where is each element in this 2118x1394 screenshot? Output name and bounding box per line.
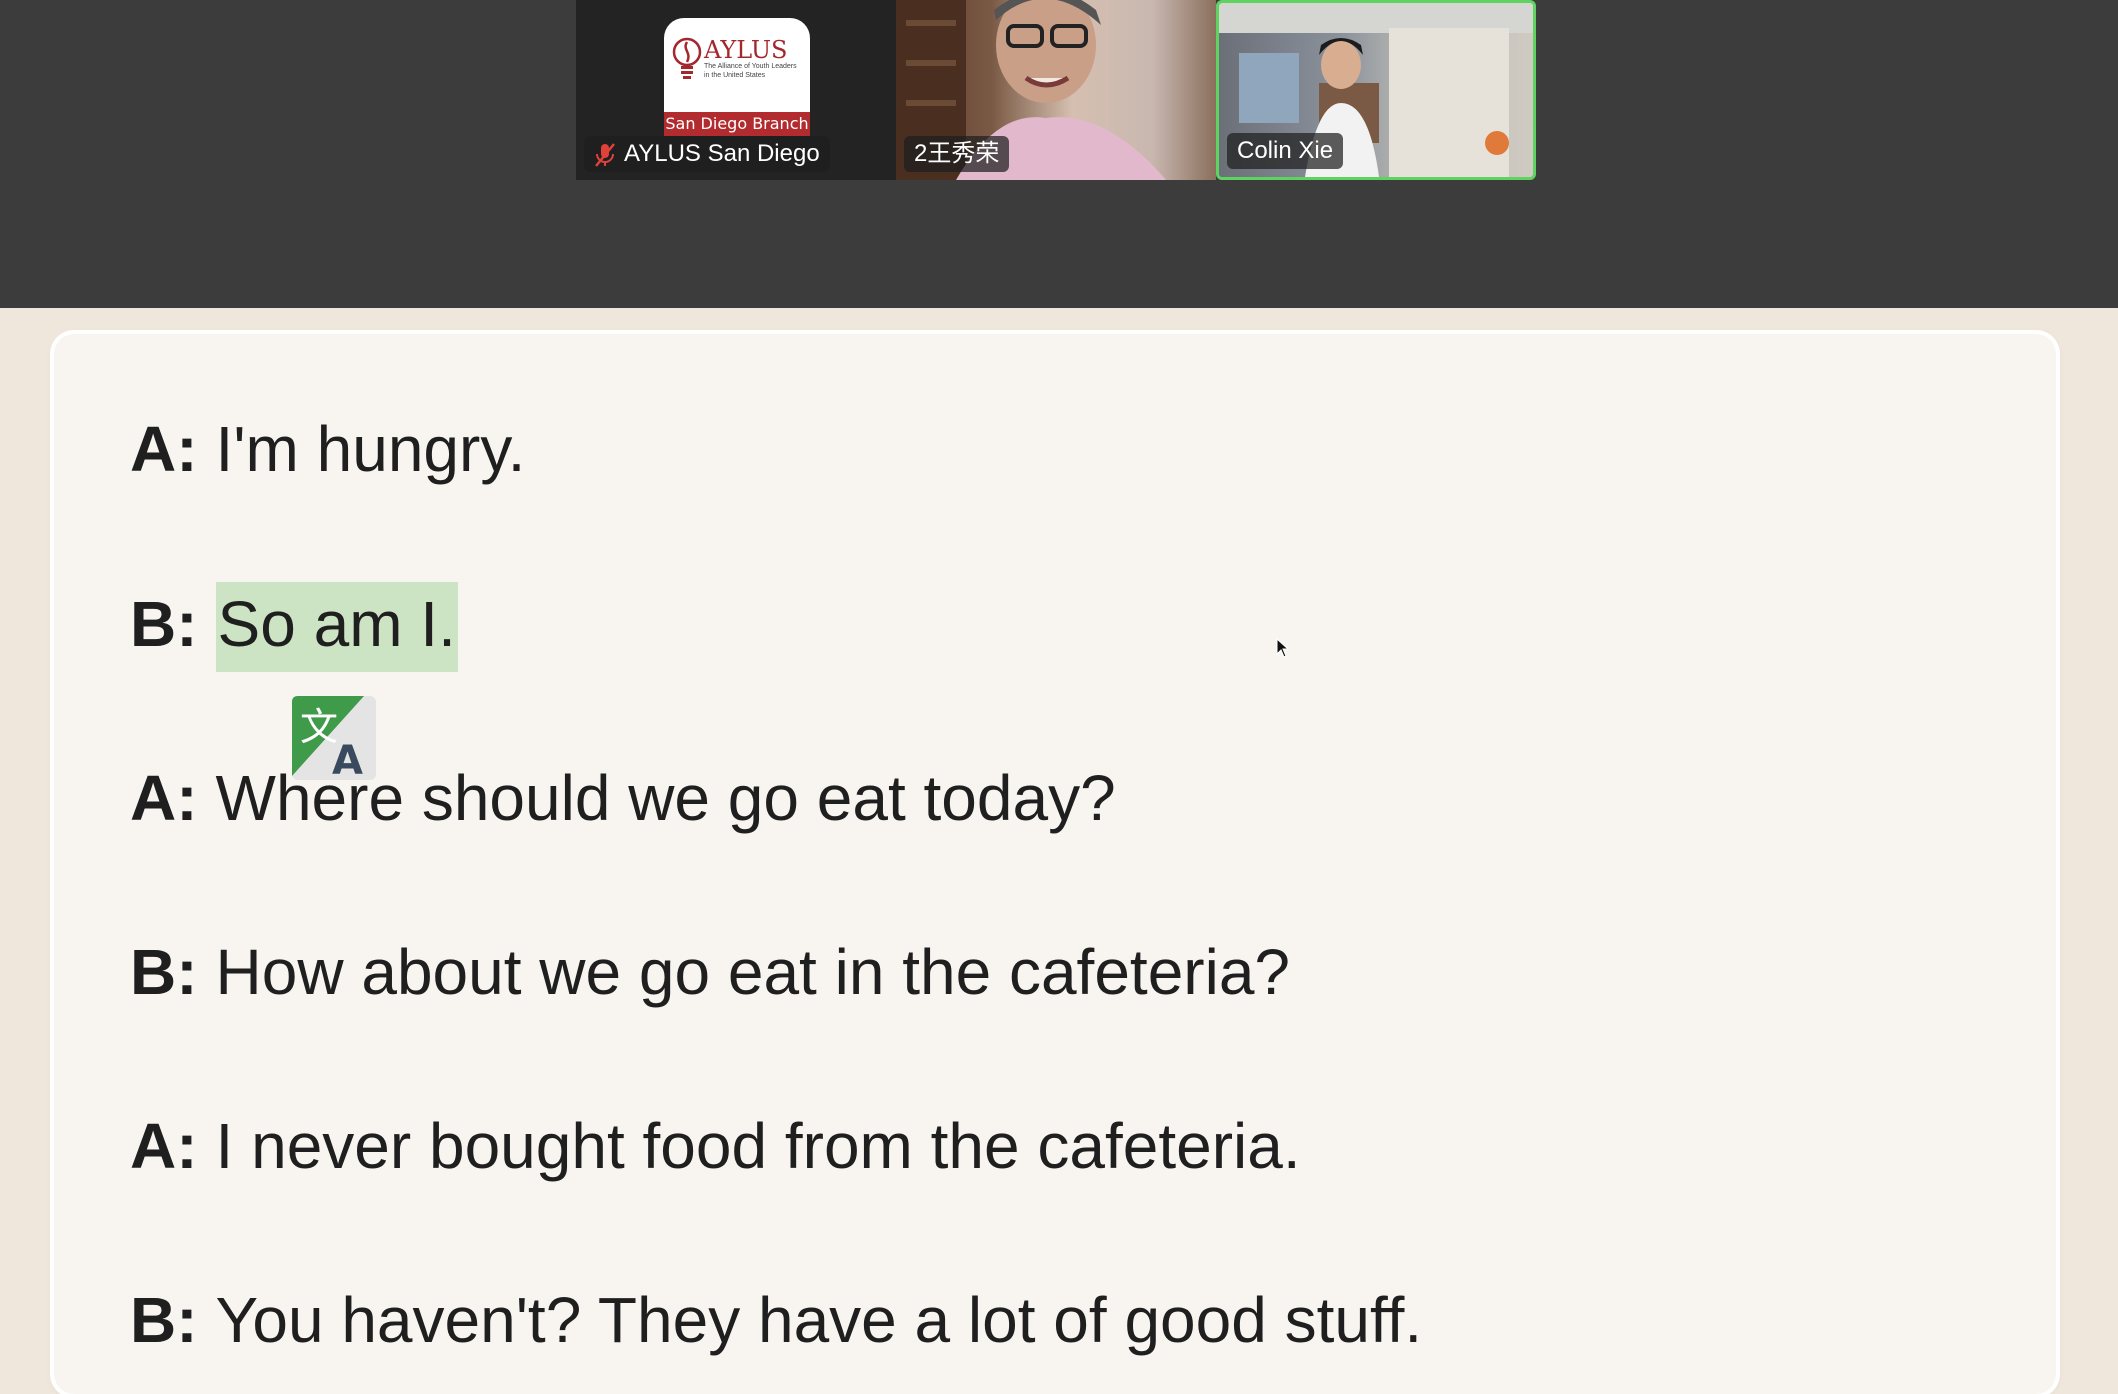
logo-tagline: The Alliance of Youth Leaders in the Uni… xyxy=(704,63,797,79)
speaker-label: A: xyxy=(130,413,198,485)
mouse-pointer-icon xyxy=(1276,638,1290,658)
participant-name: AYLUS San Diego xyxy=(624,140,820,167)
speaker-label: B: xyxy=(130,588,198,660)
participant-name: 2王秀荣 xyxy=(914,140,1000,167)
participant-tile-active-speaker[interactable]: Colin Xie xyxy=(1216,0,1536,180)
logo-branch-label: San Diego Branch xyxy=(664,112,810,136)
dialogue-line: A: Where should we go eat today? xyxy=(130,761,1116,835)
participant-tile-video[interactable]: 2王秀荣 xyxy=(896,0,1216,180)
video-call-bar: AYLUS The Alliance of Youth Leaders in t… xyxy=(0,0,2118,308)
logo-wordmark: AYLUS xyxy=(704,36,788,64)
dialogue-line: B: So am I. xyxy=(130,582,458,672)
lightbulb-logo-icon xyxy=(672,37,702,79)
speaker-label: A: xyxy=(130,762,198,834)
highlighted-text[interactable]: So am I. xyxy=(215,582,458,672)
dialogue-text[interactable]: I'm hungry. xyxy=(216,413,526,485)
dialogue-line: B: How about we go eat in the cafeteria? xyxy=(130,935,1290,1009)
mic-muted-icon xyxy=(595,142,615,167)
participant-name-tag: Colin Xie xyxy=(1227,133,1344,169)
dialogue-text[interactable]: How about we go eat in the cafeteria? xyxy=(216,936,1290,1008)
speaker-label: A: xyxy=(130,1110,198,1182)
participant-name: Colin Xie xyxy=(1237,137,1334,164)
participant-tile-aylus[interactable]: AYLUS The Alliance of Youth Leaders in t… xyxy=(576,0,896,180)
dialogue-line: A: I'm hungry. xyxy=(130,412,525,486)
dialogue-text[interactable]: You haven't? They have a lot of good stu… xyxy=(216,1284,1423,1356)
dialogue-line: B: You haven't? They have a lot of good s… xyxy=(130,1283,1422,1357)
participant-gallery: AYLUS The Alliance of Youth Leaders in t… xyxy=(576,0,1536,180)
aylus-logo: AYLUS The Alliance of Youth Leaders in t… xyxy=(664,18,810,136)
speaker-label: B: xyxy=(130,936,198,1008)
svg-text:A: A xyxy=(332,738,363,780)
shared-content-card xyxy=(54,334,2056,1394)
dialogue-text[interactable]: I never bought food from the cafeteria. xyxy=(216,1110,1301,1182)
speaker-label: B: xyxy=(130,1284,198,1356)
participant-name-tag: AYLUS San Diego xyxy=(584,136,830,172)
participant-name-tag: 2王秀荣 xyxy=(904,136,1010,172)
dialogue-line: A: I never bought food from the cafeteria… xyxy=(130,1109,1301,1183)
translate-icon[interactable]: 文 A xyxy=(292,696,376,780)
